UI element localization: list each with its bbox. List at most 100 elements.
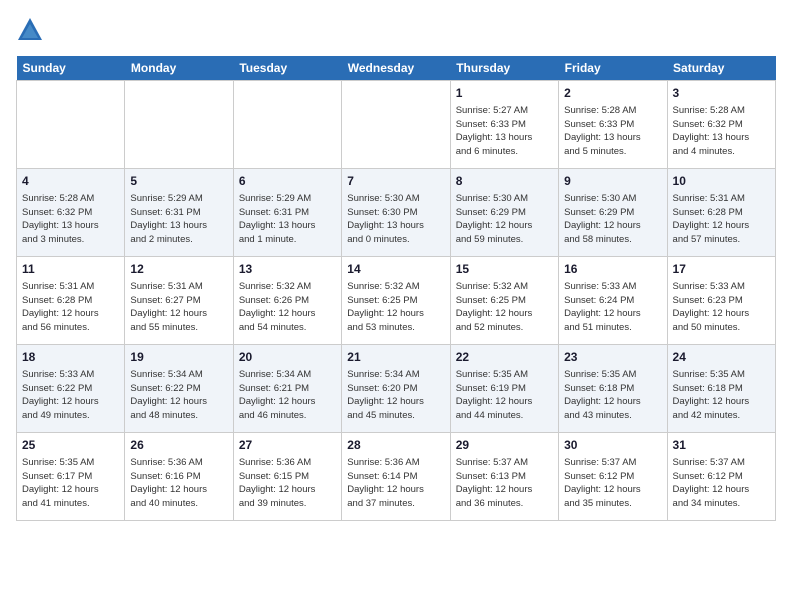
- day-info: Sunrise: 5:37 AM Sunset: 6:12 PM Dayligh…: [673, 456, 770, 511]
- calendar-cell: 4Sunrise: 5:28 AM Sunset: 6:32 PM Daylig…: [17, 169, 125, 257]
- calendar-cell: 21 Sunrise: 5:34 AM Sunset: 6:20 PM Dayli…: [342, 345, 450, 433]
- calendar-cell: 9 Sunrise: 5:30 AM Sunset: 6:29 PM Daylig…: [559, 169, 667, 257]
- calendar-cell: 28 Sunrise: 5:36 AM Sunset: 6:14 PM Dayli…: [342, 433, 450, 521]
- day-info: Sunrise: 5:37 AM Sunset: 6:12 PM Dayligh…: [564, 456, 661, 511]
- calendar-cell: [233, 81, 341, 169]
- calendar-cell: 18 Sunrise: 5:33 AM Sunset: 6:22 PM Dayli…: [17, 345, 125, 433]
- calendar-cell: 23Sunrise: 5:35 AM Sunset: 6:18 PM Dayli…: [559, 345, 667, 433]
- calendar-cell: 20 Sunrise: 5:34 AM Sunset: 6:21 PM Dayli…: [233, 345, 341, 433]
- day-number: 6: [239, 173, 336, 190]
- day-number: 10: [673, 173, 770, 190]
- day-info: Sunrise: 5:29 AM Sunset: 6:31 PM Dayligh…: [130, 192, 227, 247]
- calendar-cell: 5 Sunrise: 5:29 AM Sunset: 6:31 PM Daylig…: [125, 169, 233, 257]
- day-number: 31: [673, 437, 770, 454]
- calendar-cell: 26 Sunrise: 5:36 AM Sunset: 6:16 PM Dayli…: [125, 433, 233, 521]
- day-info: Sunrise: 5:29 AM Sunset: 6:31 PM Dayligh…: [239, 192, 336, 247]
- day-info: Sunrise: 5:31 AM Sunset: 6:28 PM Dayligh…: [673, 192, 770, 247]
- calendar-cell: 24 Sunrise: 5:35 AM Sunset: 6:18 PM Dayli…: [667, 345, 775, 433]
- day-number: 1: [456, 85, 553, 102]
- day-number: 12: [130, 261, 227, 278]
- calendar-cell: 8 Sunrise: 5:30 AM Sunset: 6:29 PM Daylig…: [450, 169, 558, 257]
- day-number: 8: [456, 173, 553, 190]
- day-info: Sunrise: 5:32 AM Sunset: 6:26 PM Dayligh…: [239, 280, 336, 335]
- day-info: Sunrise: 5:36 AM Sunset: 6:14 PM Dayligh…: [347, 456, 444, 511]
- day-number: 13: [239, 261, 336, 278]
- calendar-table: SundayMondayTuesdayWednesdayThursdayFrid…: [16, 56, 776, 521]
- day-number: 25: [22, 437, 119, 454]
- day-number: 18: [22, 349, 119, 366]
- day-info: Sunrise: 5:35 AM Sunset: 6:18 PM Dayligh…: [564, 368, 661, 423]
- day-info: Sunrise: 5:27 AM Sunset: 6:33 PM Dayligh…: [456, 104, 553, 159]
- day-of-week-header: Thursday: [450, 56, 558, 81]
- calendar-cell: [342, 81, 450, 169]
- page-header: [16, 16, 776, 44]
- day-info: Sunrise: 5:30 AM Sunset: 6:29 PM Dayligh…: [564, 192, 661, 247]
- calendar-cell: 25 Sunrise: 5:35 AM Sunset: 6:17 PM Dayli…: [17, 433, 125, 521]
- day-number: 15: [456, 261, 553, 278]
- day-number: 14: [347, 261, 444, 278]
- calendar-cell: 10 Sunrise: 5:31 AM Sunset: 6:28 PM Dayli…: [667, 169, 775, 257]
- logo: [16, 16, 48, 44]
- day-info: Sunrise: 5:35 AM Sunset: 6:17 PM Dayligh…: [22, 456, 119, 511]
- calendar-cell: 15Sunrise: 5:32 AM Sunset: 6:25 PM Dayli…: [450, 257, 558, 345]
- logo-icon: [16, 16, 44, 44]
- calendar-week-row: 25 Sunrise: 5:35 AM Sunset: 6:17 PM Dayli…: [17, 433, 776, 521]
- calendar-cell: 22 Sunrise: 5:35 AM Sunset: 6:19 PM Dayli…: [450, 345, 558, 433]
- day-info: Sunrise: 5:28 AM Sunset: 6:33 PM Dayligh…: [564, 104, 661, 159]
- calendar-cell: 17 Sunrise: 5:33 AM Sunset: 6:23 PM Dayli…: [667, 257, 775, 345]
- day-info: Sunrise: 5:33 AM Sunset: 6:22 PM Dayligh…: [22, 368, 119, 423]
- day-number: 17: [673, 261, 770, 278]
- day-number: 30: [564, 437, 661, 454]
- calendar-cell: 27Sunrise: 5:36 AM Sunset: 6:15 PM Dayli…: [233, 433, 341, 521]
- calendar-cell: 30 Sunrise: 5:37 AM Sunset: 6:12 PM Dayli…: [559, 433, 667, 521]
- day-number: 4: [22, 173, 119, 190]
- day-number: 26: [130, 437, 227, 454]
- day-number: 16: [564, 261, 661, 278]
- days-of-week-row: SundayMondayTuesdayWednesdayThursdayFrid…: [17, 56, 776, 81]
- calendar-cell: 3 Sunrise: 5:28 AM Sunset: 6:32 PM Daylig…: [667, 81, 775, 169]
- day-info: Sunrise: 5:36 AM Sunset: 6:16 PM Dayligh…: [130, 456, 227, 511]
- day-number: 11: [22, 261, 119, 278]
- day-number: 20: [239, 349, 336, 366]
- calendar-cell: 29 Sunrise: 5:37 AM Sunset: 6:13 PM Dayli…: [450, 433, 558, 521]
- calendar-cell: 1 Sunrise: 5:27 AM Sunset: 6:33 PM Daylig…: [450, 81, 558, 169]
- day-number: 19: [130, 349, 227, 366]
- calendar-cell: 7 Sunrise: 5:30 AM Sunset: 6:30 PM Daylig…: [342, 169, 450, 257]
- day-number: 28: [347, 437, 444, 454]
- day-info: Sunrise: 5:36 AM Sunset: 6:15 PM Dayligh…: [239, 456, 336, 511]
- day-info: Sunrise: 5:35 AM Sunset: 6:19 PM Dayligh…: [456, 368, 553, 423]
- day-info: Sunrise: 5:30 AM Sunset: 6:30 PM Dayligh…: [347, 192, 444, 247]
- calendar-cell: 2 Sunrise: 5:28 AM Sunset: 6:33 PM Daylig…: [559, 81, 667, 169]
- day-number: 21: [347, 349, 444, 366]
- calendar-cell: [17, 81, 125, 169]
- calendar-week-row: 11Sunrise: 5:31 AM Sunset: 6:28 PM Dayli…: [17, 257, 776, 345]
- day-number: 9: [564, 173, 661, 190]
- day-of-week-header: Monday: [125, 56, 233, 81]
- day-info: Sunrise: 5:33 AM Sunset: 6:23 PM Dayligh…: [673, 280, 770, 335]
- day-info: Sunrise: 5:33 AM Sunset: 6:24 PM Dayligh…: [564, 280, 661, 335]
- day-info: Sunrise: 5:34 AM Sunset: 6:21 PM Dayligh…: [239, 368, 336, 423]
- day-number: 7: [347, 173, 444, 190]
- day-number: 3: [673, 85, 770, 102]
- day-info: Sunrise: 5:37 AM Sunset: 6:13 PM Dayligh…: [456, 456, 553, 511]
- calendar-week-row: 18 Sunrise: 5:33 AM Sunset: 6:22 PM Dayli…: [17, 345, 776, 433]
- calendar-cell: 19 Sunrise: 5:34 AM Sunset: 6:22 PM Dayli…: [125, 345, 233, 433]
- day-of-week-header: Sunday: [17, 56, 125, 81]
- day-number: 2: [564, 85, 661, 102]
- day-number: 5: [130, 173, 227, 190]
- calendar-cell: 31 Sunrise: 5:37 AM Sunset: 6:12 PM Dayli…: [667, 433, 775, 521]
- calendar-week-row: 4Sunrise: 5:28 AM Sunset: 6:32 PM Daylig…: [17, 169, 776, 257]
- day-number: 29: [456, 437, 553, 454]
- day-of-week-header: Wednesday: [342, 56, 450, 81]
- day-of-week-header: Saturday: [667, 56, 775, 81]
- day-info: Sunrise: 5:31 AM Sunset: 6:27 PM Dayligh…: [130, 280, 227, 335]
- day-info: Sunrise: 5:35 AM Sunset: 6:18 PM Dayligh…: [673, 368, 770, 423]
- day-info: Sunrise: 5:34 AM Sunset: 6:22 PM Dayligh…: [130, 368, 227, 423]
- calendar-week-row: 1 Sunrise: 5:27 AM Sunset: 6:33 PM Daylig…: [17, 81, 776, 169]
- calendar-cell: 14Sunrise: 5:32 AM Sunset: 6:25 PM Dayli…: [342, 257, 450, 345]
- day-number: 22: [456, 349, 553, 366]
- day-number: 24: [673, 349, 770, 366]
- day-info: Sunrise: 5:34 AM Sunset: 6:20 PM Dayligh…: [347, 368, 444, 423]
- day-info: Sunrise: 5:28 AM Sunset: 6:32 PM Dayligh…: [673, 104, 770, 159]
- day-info: Sunrise: 5:30 AM Sunset: 6:29 PM Dayligh…: [456, 192, 553, 247]
